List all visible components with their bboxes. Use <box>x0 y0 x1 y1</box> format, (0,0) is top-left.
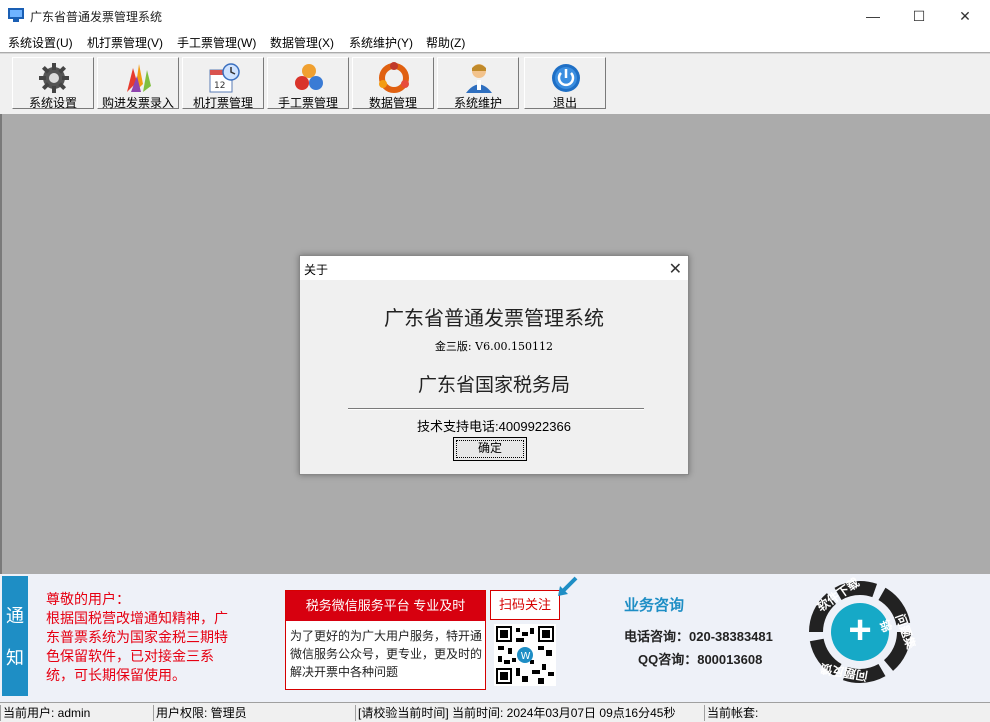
status-user-role: 用户权限: 管理员 <box>153 705 352 721</box>
toolbar-label: 退出 <box>552 96 577 110</box>
data-ring-icon <box>379 62 409 93</box>
toolbar-label: 机打票管理 <box>192 96 253 110</box>
toolbar-manual-invoice-button[interactable]: 手工票管理 <box>267 57 349 110</box>
menu-help[interactable]: 帮助(Z) <box>426 34 465 51</box>
wechat-title: 税务微信服务平台 专业及时 <box>286 591 485 621</box>
user-service-icon <box>466 64 492 93</box>
svg-text:W: W <box>521 651 531 662</box>
app-icon <box>8 8 24 22</box>
hands-icon <box>127 64 151 92</box>
arrow-icon <box>558 576 578 596</box>
toolbar-label: 购进发票录入 <box>101 96 174 110</box>
dialog-close-button[interactable]: ✕ <box>669 259 682 279</box>
colored-balls-icon <box>295 64 323 90</box>
toolbar-label: 手工票管理 <box>277 96 338 110</box>
notice-tab: 通 知 <box>2 576 28 696</box>
about-dialog: 关于 ✕ 广东省普通发票管理系统 金三版: V6.00.150112 广东省国家… <box>299 255 689 475</box>
toolbar-machine-invoice-button[interactable]: 12 机打票管理 <box>182 57 264 110</box>
gear-icon <box>39 63 69 93</box>
dialog-organization: 广东省国家税务局 <box>417 374 570 396</box>
notice-body: 根据国税营改增通知精神，广东普票系统为国家金税三期特色保留软件，已对接金三系统，… <box>46 610 228 683</box>
toolbar-label: 数据管理 <box>368 96 417 110</box>
status-current-account: 当前帐套: <box>704 705 990 721</box>
menu-data-management[interactable]: 数据管理(X) <box>270 34 334 51</box>
status-current-time: [请校验当前时间] 当前时间: 2024年03月07日 09点16分45秒 <box>355 705 702 721</box>
phone-consult: 电话咨询：020-38383481 <box>624 629 773 644</box>
notice-greeting: 尊敬的用户： <box>46 591 130 607</box>
toolbar-exit-button[interactable]: 退出 <box>524 57 606 110</box>
window-title: 广东省普通发票管理系统 <box>30 10 163 24</box>
toolbar-system-maintenance-button[interactable]: 系统维护 <box>437 57 519 110</box>
wechat-description: 为了更好的为广大用户服务，特开通微信服务公众号，更专业，更及时的解决开票中各种问… <box>290 629 483 679</box>
status-current-user: 当前用户: admin <box>0 705 151 721</box>
business-consult-title: 业务咨询 <box>624 597 685 614</box>
notice-tab-char: 通 <box>6 606 24 626</box>
toolbar: 系统设置 购进发票录入 12 机打票管理 手工票管理 数据管理 系统维护 退出 <box>0 53 990 115</box>
svg-text:12: 12 <box>214 81 225 91</box>
qq-consult: QQ咨询：800013608 <box>638 652 763 667</box>
toolbar-data-management-button[interactable]: 数据管理 <box>352 57 434 110</box>
minimize-button[interactable]: — <box>850 0 896 32</box>
menu-system-maintenance[interactable]: 系统维护(Y) <box>349 34 413 51</box>
toolbar-purchase-invoice-button[interactable]: 购进发票录入 <box>97 57 179 110</box>
notice-tab-char: 知 <box>6 648 24 668</box>
dialog-title: 关于 <box>304 263 329 277</box>
dialog-separator <box>348 408 644 410</box>
dialog-support-phone: 技术支持电话:4009922366 <box>417 419 571 434</box>
menu-machine-invoice[interactable]: 机打票管理(V) <box>87 34 163 51</box>
close-button[interactable]: ✕ <box>942 0 988 32</box>
notice-text: 尊敬的用户： 根据国税营改增通知精神，广东普票系统为国家金税三期特色保留软件，已… <box>46 590 236 685</box>
title-bar: 广东省普通发票管理系统 — ☐ ✕ <box>0 0 990 32</box>
toolbar-label: 系统设置 <box>28 96 77 110</box>
power-icon <box>552 64 580 92</box>
qr-code-icon[interactable]: W <box>494 624 556 686</box>
status-bar: 当前用户: admin 用户权限: 管理员 [请校验当前时间] 当前时间: 20… <box>0 702 990 722</box>
notice-panel: 通 知 尊敬的用户： 根据国税营改增通知精神，广东普票系统为国家金税三期特色保留… <box>0 574 990 702</box>
maximize-button[interactable]: ☐ <box>896 0 942 32</box>
toolbar-label: 系统维护 <box>453 96 502 110</box>
dialog-version: 金三版: V6.00.150112 <box>434 340 554 353</box>
toolbar-system-settings-button[interactable]: 系统设置 <box>12 57 94 110</box>
dialog-ok-button[interactable]: 确定 <box>453 437 527 461</box>
dialog-app-name: 广东省普通发票管理系统 <box>384 306 604 330</box>
menu-bar: 系统设置(U) 机打票管理(V) 手工票管理(W) 数据管理(X) 系统维护(Y… <box>0 32 990 52</box>
dialog-title-bar: 关于 ✕ <box>300 256 688 280</box>
wechat-service-box: 税务微信服务平台 专业及时 为了更好的为广大用户服务，特开通微信服务公众号，更专… <box>285 590 486 690</box>
calendar-clock-icon: 12 <box>209 63 240 93</box>
quick-links-circle: 软件下载 问题集锦 问题反馈 + <box>800 575 920 696</box>
menu-system-settings[interactable]: 系统设置(U) <box>8 34 73 51</box>
menu-manual-invoice[interactable]: 手工票管理(W) <box>177 34 256 51</box>
scan-follow-label: 扫码关注 <box>490 590 560 620</box>
plus-icon[interactable]: + <box>845 607 875 653</box>
